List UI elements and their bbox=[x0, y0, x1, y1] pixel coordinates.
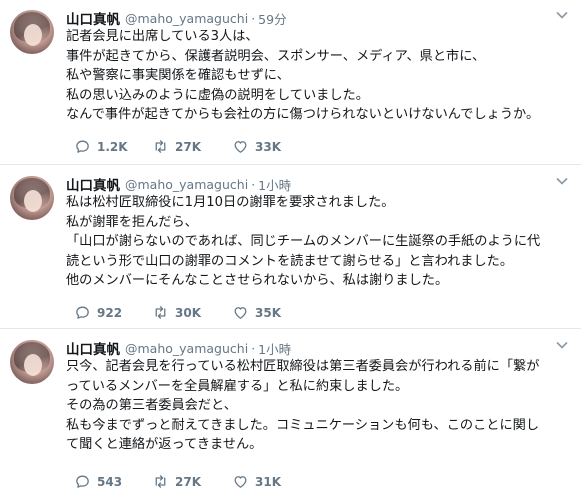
avatar[interactable] bbox=[10, 10, 54, 54]
author-name[interactable]: 山口真帆 bbox=[66, 174, 120, 194]
author-name[interactable]: 山口真帆 bbox=[66, 338, 120, 358]
retweet-arrows-icon bbox=[155, 140, 166, 153]
tweet-timestamp[interactable]: 1小時 bbox=[258, 339, 291, 358]
separator-dot: · bbox=[251, 176, 256, 192]
speech-bubble-icon bbox=[76, 306, 89, 319]
like-count: 31K bbox=[255, 474, 281, 489]
like-count: 35K bbox=[255, 305, 281, 320]
like-count: 33K bbox=[255, 139, 281, 154]
speech-bubble-icon bbox=[76, 475, 89, 488]
tweet-text-line: 私が謝罪を拒んだら、 bbox=[66, 214, 198, 230]
like-button[interactable]: 33K bbox=[232, 138, 281, 155]
reply-count: 1.2K bbox=[97, 139, 128, 154]
reply-count: 922 bbox=[97, 305, 123, 320]
avatar[interactable] bbox=[10, 176, 54, 220]
heart-icon bbox=[234, 476, 247, 488]
tweet-text-line: 事件が起きてから、保護者説明会、スポンサー、メディア、県と市に、 bbox=[66, 48, 486, 64]
retweet-arrows-icon bbox=[155, 475, 166, 488]
separator-dot: · bbox=[251, 10, 256, 26]
tweet-text: 記者会見に出席している3人は、 事件が起きてから、保護者説明会、スポンサー、メデ… bbox=[66, 27, 572, 125]
tweet-text-line: 「山口が謝らないのであれば、同じチームのメンバーに生誕祭の手紙のように代 bbox=[66, 234, 541, 249]
retweet-arrows-icon bbox=[155, 306, 166, 319]
tweet-text-line: 私や警察に事実関係を確認もせずに、 bbox=[66, 68, 290, 83]
tweet-text-line: 記者会見に出席している3人は、 bbox=[66, 29, 259, 44]
tweet-header: 山口真帆 @maho_yamaguchi · 1小時 bbox=[66, 338, 291, 359]
retweet-button[interactable]: 27K bbox=[152, 473, 201, 490]
tweet-text: 私は松村匠取締役に1月10日の謝罪を要求されました。 私が謝罪を拒んだら、 「山… bbox=[66, 193, 572, 291]
retweet-count: 30K bbox=[175, 305, 201, 320]
tweet-text-line: っているメンバーを全員解雇する」と私に約束しました。 bbox=[66, 378, 409, 394]
tweet-header: 山口真帆 @maho_yamaguchi · 59分 bbox=[66, 8, 287, 29]
tweet[interactable]: 山口真帆 @maho_yamaguchi · 59分 記者会見に出席している3人… bbox=[0, 0, 581, 165]
separator-dot: · bbox=[251, 340, 256, 356]
chevron-down-icon[interactable] bbox=[555, 174, 569, 188]
tweet-header: 山口真帆 @maho_yamaguchi · 1小時 bbox=[66, 174, 291, 195]
like-button[interactable]: 31K bbox=[232, 473, 281, 490]
avatar[interactable] bbox=[10, 340, 54, 384]
tweet-text-line: 私も今までずっと耐えてきました。コミュニケーションも何も、このことに関し bbox=[66, 417, 540, 433]
author-handle[interactable]: @maho_yamaguchi bbox=[125, 341, 248, 356]
reply-button[interactable]: 1.2K bbox=[74, 138, 128, 155]
author-handle[interactable]: @maho_yamaguchi bbox=[125, 177, 248, 192]
tweet-text: 只今、記者会見を行っている松村匠取締役は第三者委員会が行われる前に「繋が ってい… bbox=[66, 357, 572, 455]
reply-button[interactable]: 922 bbox=[74, 304, 122, 321]
tweet[interactable]: 山口真帆 @maho_yamaguchi · 1小時 私は松村匠取締役に1月10… bbox=[0, 166, 581, 329]
tweet[interactable]: 山口真帆 @maho_yamaguchi · 1小時 只今、記者会見を行っている… bbox=[0, 330, 581, 500]
heart-icon bbox=[234, 141, 247, 153]
tweet-feed: 山口真帆 @maho_yamaguchi · 59分 記者会見に出席している3人… bbox=[0, 0, 581, 500]
speech-bubble-icon bbox=[76, 140, 89, 153]
chevron-down-icon[interactable] bbox=[555, 338, 569, 352]
tweet-text-line: 他のメンバーにそんなことさせられないから、私は謝りました。 bbox=[66, 273, 449, 288]
author-handle[interactable]: @maho_yamaguchi bbox=[125, 11, 248, 26]
author-name[interactable]: 山口真帆 bbox=[66, 8, 120, 28]
tweet-text-line: 私は松村匠取締役に1月10日の謝罪を要求されました。 bbox=[66, 195, 395, 210]
retweet-count: 27K bbox=[175, 474, 201, 489]
heart-icon bbox=[234, 307, 247, 319]
chevron-down-icon[interactable] bbox=[555, 8, 569, 22]
reply-count: 543 bbox=[97, 474, 123, 489]
like-button[interactable]: 35K bbox=[232, 304, 281, 321]
tweet-text-line: その為の第三者委員会だと、 bbox=[66, 398, 237, 413]
retweet-button[interactable]: 27K bbox=[152, 138, 201, 155]
tweet-timestamp[interactable]: 59分 bbox=[258, 9, 286, 28]
tweet-timestamp[interactable]: 1小時 bbox=[258, 175, 291, 194]
tweet-text-line: 読という形で山口の謝罪のコメントを読ませて謝らせる」と言われました。 bbox=[66, 253, 514, 269]
tweet-text-line: 私の思い込みのように虚偽の説明をしていました。 bbox=[66, 87, 369, 103]
retweet-button[interactable]: 30K bbox=[152, 304, 201, 321]
retweet-count: 27K bbox=[175, 139, 201, 154]
reply-button[interactable]: 543 bbox=[74, 473, 122, 490]
tweet-text-line: て聞くと連絡が返ってきません。 bbox=[66, 437, 263, 452]
tweet-text-line: 只今、記者会見を行っている松村匠取締役は第三者委員会が行われる前に「繋が bbox=[66, 359, 540, 374]
tweet-text-line: なんで事件が起きてからも会社の方に傷つけられないといけないんでしょうか。 bbox=[66, 107, 540, 122]
